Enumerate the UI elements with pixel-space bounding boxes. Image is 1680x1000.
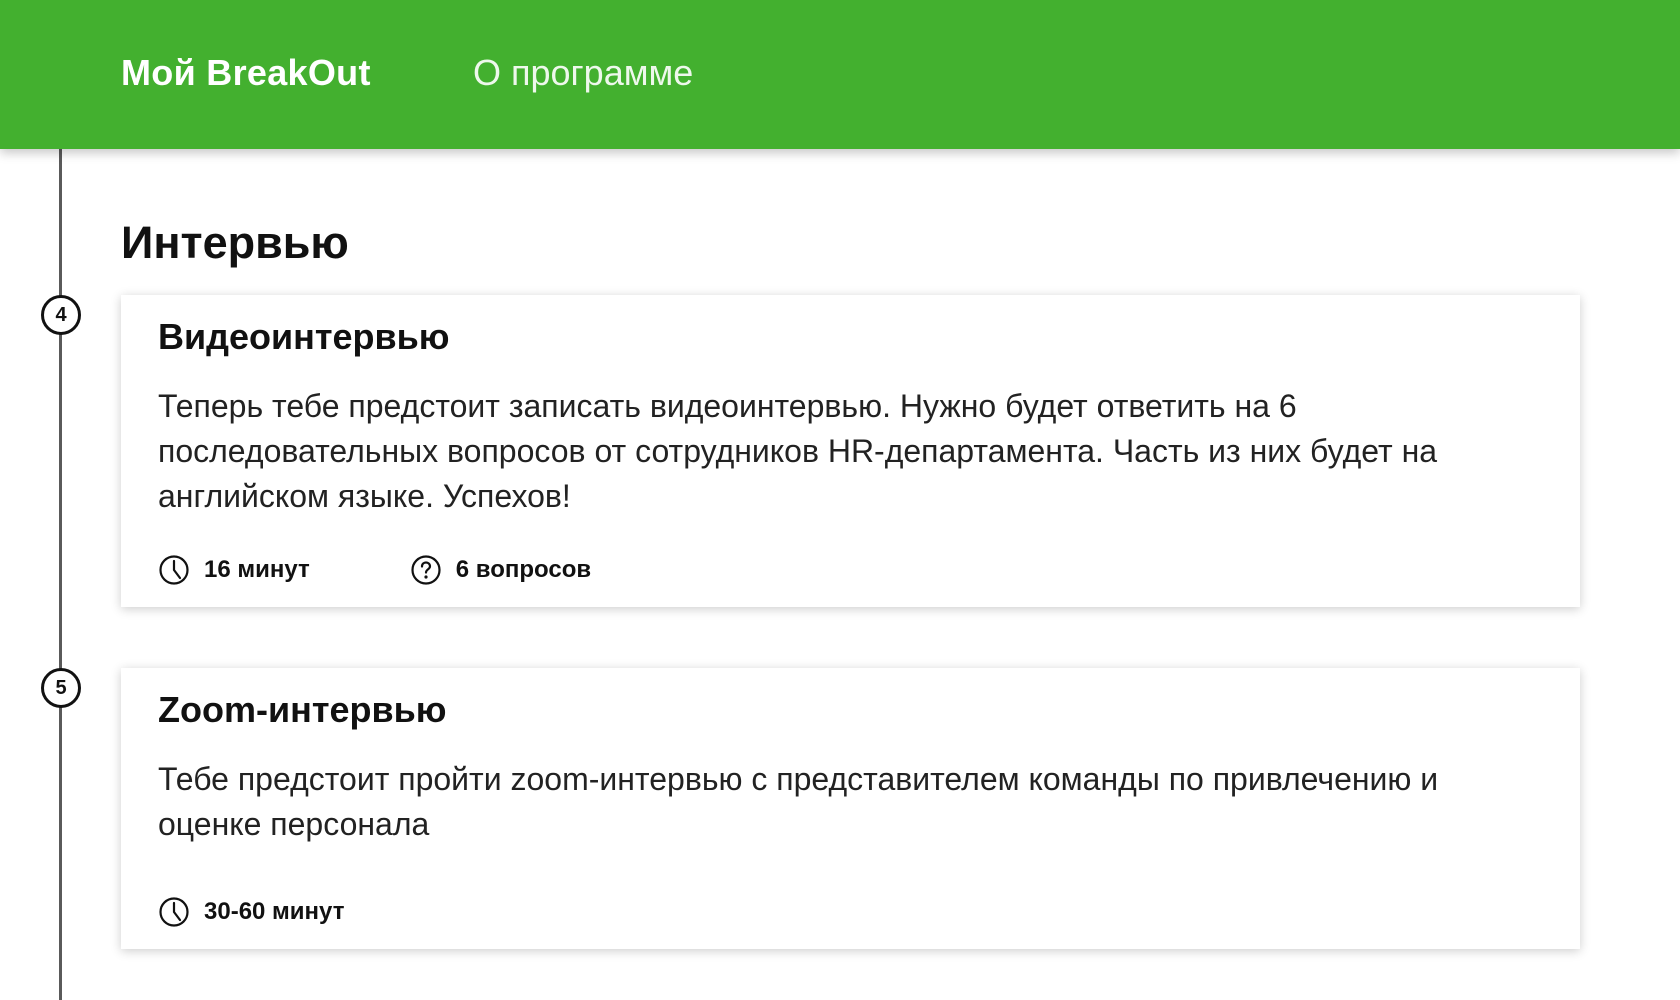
nav-link-my-breakout[interactable]: Мой BreakOut xyxy=(121,51,371,95)
duration-info: 30-60 минут xyxy=(158,896,344,928)
questions-text: 6 вопросов xyxy=(455,556,592,583)
question-circle-icon xyxy=(411,555,441,585)
questions-info: 6 вопросов xyxy=(410,554,591,586)
card-title: Zoom-интервью xyxy=(158,689,447,730)
card-description: Тебе предстоит пройти zoom-интервью с пр… xyxy=(158,761,1439,842)
section-title: Интервью xyxy=(121,217,349,268)
clock-icon xyxy=(159,555,189,585)
top-nav-bar: Мой BreakOut О программе xyxy=(0,0,1680,149)
clock-icon xyxy=(159,897,189,927)
duration-info: 16 минут xyxy=(158,554,310,586)
card-meta: 16 минут 6 вопросов xyxy=(158,554,691,586)
timeline-line xyxy=(59,149,62,1000)
duration-text: 16 минут xyxy=(204,556,310,583)
duration-text: 30-60 минут xyxy=(204,898,345,925)
card-meta: 30-60 минут xyxy=(158,896,444,928)
card-title: Видеоинтервью xyxy=(158,316,450,357)
step-card-zoom-interview[interactable]: Zoom-интервью Тебе предстоит пройти zoom… xyxy=(121,668,1580,949)
step-marker-4: 4 xyxy=(41,295,81,335)
nav-link-about-program[interactable]: О программе xyxy=(473,51,693,95)
card-description: Теперь тебе предстоит записать видеоинте… xyxy=(158,388,1438,514)
step-marker-5: 5 xyxy=(41,668,81,708)
step-card-video-interview[interactable]: Видеоинтервью Теперь тебе предстоит запи… xyxy=(121,295,1580,607)
